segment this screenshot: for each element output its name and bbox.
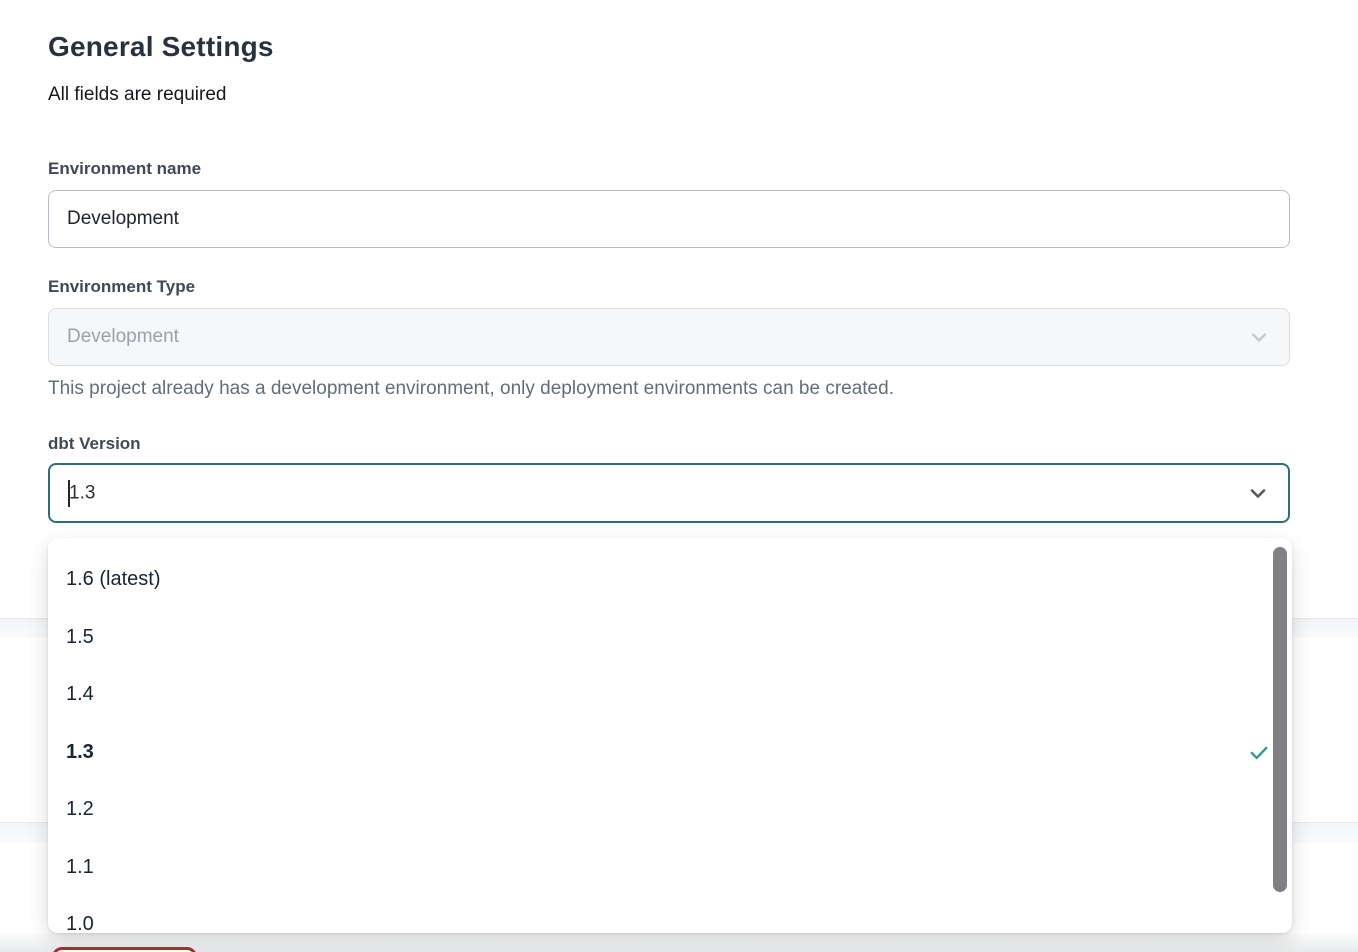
dbt-version-label: dbt Version bbox=[48, 434, 141, 454]
general-settings-page: General Settings All fields are required… bbox=[0, 0, 1358, 952]
option-label: 1.2 bbox=[66, 798, 94, 821]
option-label: 1.0 bbox=[66, 913, 94, 933]
delete-button-partial[interactable] bbox=[52, 947, 197, 952]
dbt-version-value: 1.3 bbox=[69, 482, 95, 503]
page-bottom-shadow bbox=[0, 933, 1358, 952]
dropdown-option[interactable]: 1.1 bbox=[48, 839, 1292, 897]
environment-type-value: Development bbox=[67, 326, 179, 348]
chevron-down-icon bbox=[1246, 481, 1270, 505]
dropdown-option[interactable]: 1.2 bbox=[48, 781, 1292, 839]
environment-type-helper: This project already has a development e… bbox=[48, 378, 894, 400]
option-label: 1.4 bbox=[66, 683, 94, 706]
option-label: 1.1 bbox=[66, 856, 94, 879]
dbt-version-combobox[interactable]: 1.3 bbox=[48, 463, 1290, 523]
environment-name-label: Environment name bbox=[48, 159, 201, 179]
check-icon bbox=[1248, 741, 1270, 763]
dropdown-option[interactable]: 1.6 (latest) bbox=[48, 551, 1292, 609]
dbt-version-dropdown: 1.6 (latest) 1.5 1.4 1.3 1.2 bbox=[48, 538, 1292, 933]
dropdown-option[interactable]: 1.0 bbox=[48, 896, 1292, 933]
chevron-down-icon bbox=[1247, 325, 1271, 349]
option-label: 1.6 (latest) bbox=[66, 568, 160, 591]
page-title: General Settings bbox=[48, 31, 274, 63]
dropdown-scrollbar[interactable] bbox=[1273, 547, 1287, 892]
environment-type-select: Development bbox=[48, 308, 1290, 366]
environment-type-label: Environment Type bbox=[48, 277, 195, 297]
dropdown-option[interactable]: 1.3 bbox=[48, 724, 1292, 782]
dropdown-option[interactable]: 1.5 bbox=[48, 609, 1292, 667]
option-label: 1.3 bbox=[66, 741, 94, 764]
dropdown-option[interactable]: 1.4 bbox=[48, 666, 1292, 724]
page-subtitle: All fields are required bbox=[48, 84, 226, 106]
option-label: 1.5 bbox=[66, 626, 94, 649]
environment-name-input[interactable] bbox=[48, 190, 1290, 248]
